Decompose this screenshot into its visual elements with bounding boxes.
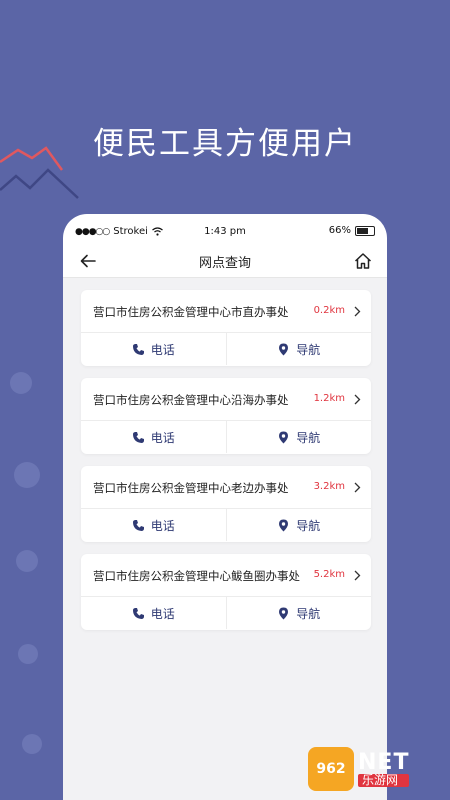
phone-icon <box>132 607 144 619</box>
navigate-button[interactable]: 导航 <box>225 597 372 629</box>
call-label: 电话 <box>150 430 175 445</box>
chevron-right-icon <box>354 570 361 581</box>
branch-name: 营口市住房公积金管理中心鲅鱼圈办事处 <box>93 569 300 583</box>
decor-dot <box>16 550 38 572</box>
nav-bar: 网点查询 <box>63 244 387 278</box>
branch-name: 营口市住房公积金管理中心市直办事处 <box>93 305 289 319</box>
phone-mockup: ●●●○○ Strokei 1:43 pm 66% 网点查询 营口市住房公积金管… <box>63 214 387 800</box>
chevron-right-icon <box>354 482 361 493</box>
branch-card: 营口市住房公积金管理中心市直办事处 0.2km 电话 导航 <box>81 290 371 366</box>
branch-card-header[interactable]: 营口市住房公积金管理中心鲅鱼圈办事处 5.2km <box>81 554 371 597</box>
decor-dot <box>10 372 32 394</box>
branch-distance: 3.2km <box>313 481 345 492</box>
branch-list: 营口市住房公积金管理中心市直办事处 0.2km 电话 导航 营口市住房公积金管理… <box>63 278 387 800</box>
branch-card: 营口市住房公积金管理中心鲅鱼圈办事处 5.2km 电话 导航 <box>81 554 371 630</box>
branch-distance: 1.2km <box>313 393 345 404</box>
battery-percent: 66% <box>328 225 351 236</box>
promo-headline: 便民工具方便用户 <box>93 126 357 162</box>
home-icon[interactable] <box>353 251 373 271</box>
watermark-net: NET <box>358 750 410 776</box>
phone-icon <box>132 343 144 355</box>
decor-dot <box>18 644 38 664</box>
navigate-label: 导航 <box>296 606 321 621</box>
branch-card-header[interactable]: 营口市住房公积金管理中心老边办事处 3.2km <box>81 466 371 509</box>
phone-icon <box>132 431 144 443</box>
navigate-label: 导航 <box>296 518 321 533</box>
call-label: 电话 <box>150 518 175 533</box>
decor-dot <box>14 462 40 488</box>
call-label: 电话 <box>150 606 175 621</box>
site-watermark: 962 NET 乐游网 <box>308 746 444 792</box>
battery-level <box>357 227 368 234</box>
branch-name: 营口市住房公积金管理中心沿海办事处 <box>93 393 289 407</box>
call-button[interactable]: 电话 <box>81 597 226 629</box>
page-title: 网点查询 <box>198 256 251 271</box>
navigate-label: 导航 <box>296 342 321 357</box>
branch-card: 营口市住房公积金管理中心沿海办事处 1.2km 电话 导航 <box>81 378 371 454</box>
branch-card: 营口市住房公积金管理中心老边办事处 3.2km 电话 导航 <box>81 466 371 542</box>
branch-distance: 5.2km <box>313 569 345 580</box>
call-button[interactable]: 电话 <box>81 509 226 541</box>
branch-distance: 0.2km <box>313 305 345 316</box>
status-bar: ●●●○○ Strokei 1:43 pm 66% <box>63 214 387 244</box>
phone-icon <box>132 519 144 531</box>
call-button[interactable]: 电话 <box>81 333 226 365</box>
watermark-caption: 乐游网 <box>358 774 410 787</box>
branch-card-header[interactable]: 营口市住房公积金管理中心沿海办事处 1.2km <box>81 378 371 421</box>
navigate-button[interactable]: 导航 <box>225 509 372 541</box>
location-pin-icon <box>279 431 289 443</box>
call-button[interactable]: 电话 <box>81 421 226 453</box>
chevron-right-icon <box>354 306 361 317</box>
branch-name: 营口市住房公积金管理中心老边办事处 <box>93 481 289 495</box>
navigate-button[interactable]: 导航 <box>225 333 372 365</box>
location-pin-icon <box>279 607 289 619</box>
location-pin-icon <box>279 519 289 531</box>
call-label: 电话 <box>150 342 175 357</box>
location-pin-icon <box>279 343 289 355</box>
navigate-button[interactable]: 导航 <box>225 421 372 453</box>
navigate-label: 导航 <box>296 430 321 445</box>
branch-card-header[interactable]: 营口市住房公积金管理中心市直办事处 0.2km <box>81 290 371 333</box>
battery-icon <box>355 225 375 236</box>
decor-dot <box>22 734 42 754</box>
chevron-right-icon <box>354 394 361 405</box>
watermark-badge: 962 <box>308 747 354 791</box>
